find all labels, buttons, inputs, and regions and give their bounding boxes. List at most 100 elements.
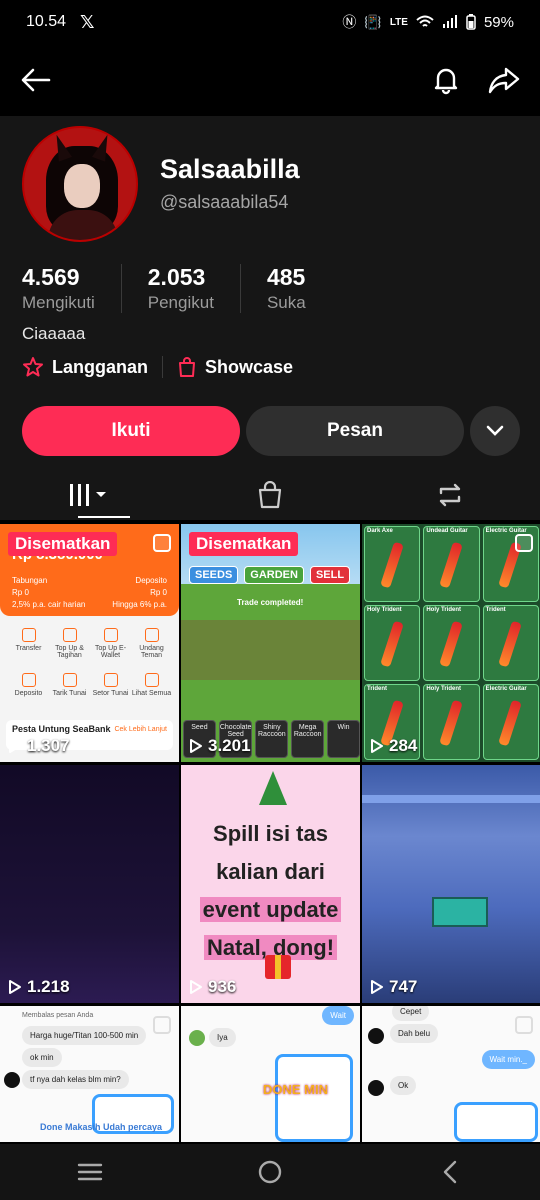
showcase-label: Showcase — [205, 356, 294, 377]
nfc-icon: Ⓝ — [342, 14, 357, 30]
thumb-text: Holy Trident — [367, 607, 402, 613]
chat-avatar — [4, 1072, 20, 1088]
share-icon[interactable] — [486, 62, 522, 98]
video-thumbnail[interactable]: Dark Axe Undead Guitar Electric Guitar H… — [362, 524, 540, 762]
view-count-text: 1.218 — [27, 977, 70, 996]
repost-icon — [439, 483, 461, 507]
play-icon — [190, 980, 202, 994]
stat-likes[interactable]: 485 Suka — [267, 264, 332, 313]
thumb-text: Top Up & Tagihan — [55, 645, 84, 659]
thumb-text: Trident — [485, 607, 506, 613]
thumb-text: Rp 0 — [150, 588, 167, 597]
stat-following[interactable]: 4.569 Mengikuti — [22, 264, 122, 313]
vibrate-icon: 📳 — [364, 13, 382, 30]
message-button[interactable]: Pesan — [246, 406, 464, 456]
chevron-down-icon[interactable] — [470, 406, 520, 456]
gift-icon — [265, 955, 291, 979]
thumb-text: Wait min._ — [481, 1050, 535, 1069]
back-arrow-icon[interactable] — [18, 62, 54, 98]
video-thumbnail[interactable]: 747 — [362, 765, 540, 1003]
thumb-text: Holy Trident — [426, 607, 461, 613]
profile-links: Langganan Showcase — [22, 356, 293, 378]
video-thumbnail[interactable]: Spill isi tas kalian dari event update N… — [181, 765, 360, 1003]
profile-bio: Ciaaaaa — [22, 324, 86, 343]
thumb-text: Mega Raccoon — [291, 720, 325, 758]
select-checkbox[interactable] — [153, 534, 171, 552]
thumb-text: Trade completed! — [237, 598, 304, 607]
select-checkbox[interactable] — [153, 1016, 171, 1034]
select-checkbox[interactable] — [515, 1016, 533, 1034]
video-thumbnail[interactable]: 1.218 — [0, 765, 179, 1003]
subscription-star-icon — [23, 357, 43, 377]
tab-shop[interactable] — [180, 472, 360, 518]
thumb-text: Transfer — [15, 645, 42, 652]
pinned-badge: Disematkan — [189, 532, 299, 556]
home-icon[interactable] — [252, 1154, 288, 1190]
avatar[interactable] — [22, 126, 138, 242]
thumb-text: Undead Guitar — [426, 528, 468, 534]
view-count: 1.307 — [8, 736, 70, 756]
thumb-text: Tabungan — [12, 576, 48, 585]
showcase-link[interactable]: Showcase — [177, 356, 293, 378]
select-checkbox[interactable] — [515, 534, 533, 552]
tab-reposts[interactable] — [360, 472, 540, 518]
x-logo-icon: 𝕏 — [80, 11, 95, 32]
thumb-text: tf nya dah kelas blm min? — [22, 1070, 129, 1089]
thumb-text: Deposito — [14, 690, 43, 697]
view-count: 936 — [189, 977, 236, 997]
chat-avatar — [189, 1030, 205, 1046]
link-divider — [162, 356, 164, 378]
chest-image — [432, 897, 488, 927]
thumb-text: ok min — [22, 1048, 62, 1067]
thumb-text: Lihat Semua — [131, 690, 172, 697]
play-icon — [371, 980, 383, 994]
content-tabs — [0, 472, 540, 518]
thumb-text: Holy Trident — [426, 686, 461, 692]
thumb-text: event update — [199, 897, 342, 922]
profile-header: Salsaabilla @salsaaabila54 4.569 Mengiku… — [0, 116, 540, 520]
thumb-text: SELL — [309, 566, 351, 584]
tab-videos[interactable] — [0, 472, 180, 518]
profile-name: Salsaabilla — [160, 154, 300, 184]
video-thumbnail[interactable]: Cepet Dah belu Wait min._ Ok — [362, 1006, 540, 1142]
system-nav-bar — [0, 1144, 540, 1200]
network-label: LTE — [389, 16, 408, 28]
video-thumbnail[interactable]: SEEDS GARDEN SELL Trade completed! Seed … — [181, 524, 360, 762]
thumb-text: kalian dari — [216, 859, 325, 884]
recent-apps-icon[interactable] — [72, 1154, 108, 1190]
play-icon — [9, 739, 21, 753]
thumb-text: SEEDS — [189, 566, 239, 584]
chat-avatar — [368, 1028, 384, 1044]
thumb-text: Wait — [322, 1006, 354, 1025]
thumb-text: Done Makasih Udah percaya — [40, 1122, 163, 1132]
thumb-text: GARDEN — [244, 566, 304, 584]
stat-followers[interactable]: 2.053 Pengikut — [148, 264, 241, 313]
thumb-text: Dark Axe — [367, 528, 393, 534]
thumb-text: Cek Lebih Lanjut — [114, 726, 167, 733]
thumb-text: Rp 0 — [12, 588, 29, 597]
view-count: 1.218 — [8, 977, 70, 997]
follow-button[interactable]: Ikuti — [22, 406, 240, 456]
stat-following-label: Mengikuti — [22, 293, 95, 312]
signal-icon — [442, 15, 457, 28]
pinned-badge: Disematkan — [8, 532, 118, 556]
video-thumbnail[interactable]: Wait Iya DONE MIN — [181, 1006, 360, 1142]
thumb-text: Spill isi tas — [213, 821, 328, 846]
thumb-text: DONE MIN — [263, 1082, 328, 1097]
view-count-text: 936 — [208, 977, 237, 996]
thumb-text: Deposito — [135, 576, 167, 585]
back-icon[interactable] — [432, 1154, 468, 1190]
video-thumbnail[interactable]: Rp 8.380.000 Tabungan Deposito Rp 0 Rp 0… — [0, 524, 179, 762]
status-bar: 10.54 𝕏 Ⓝ 📳 LTE 59% — [0, 0, 540, 44]
thumb-text: Harga huge/Titan 100-500 min — [22, 1026, 147, 1045]
bell-icon[interactable] — [428, 62, 464, 98]
thumb-text: Membalas pesan Anda — [22, 1012, 94, 1019]
thumb-text: Tarik Tunai — [52, 690, 87, 697]
wifi-icon — [416, 15, 434, 27]
battery-icon — [466, 14, 476, 30]
subscription-link[interactable]: Langganan — [22, 356, 148, 378]
video-thumbnail[interactable]: Membalas pesan Anda Harga huge/Titan 100… — [0, 1006, 179, 1142]
stat-followers-count: 2.053 — [147, 264, 206, 290]
view-count-text: 284 — [389, 736, 418, 755]
stat-following-count: 4.569 — [22, 264, 80, 290]
